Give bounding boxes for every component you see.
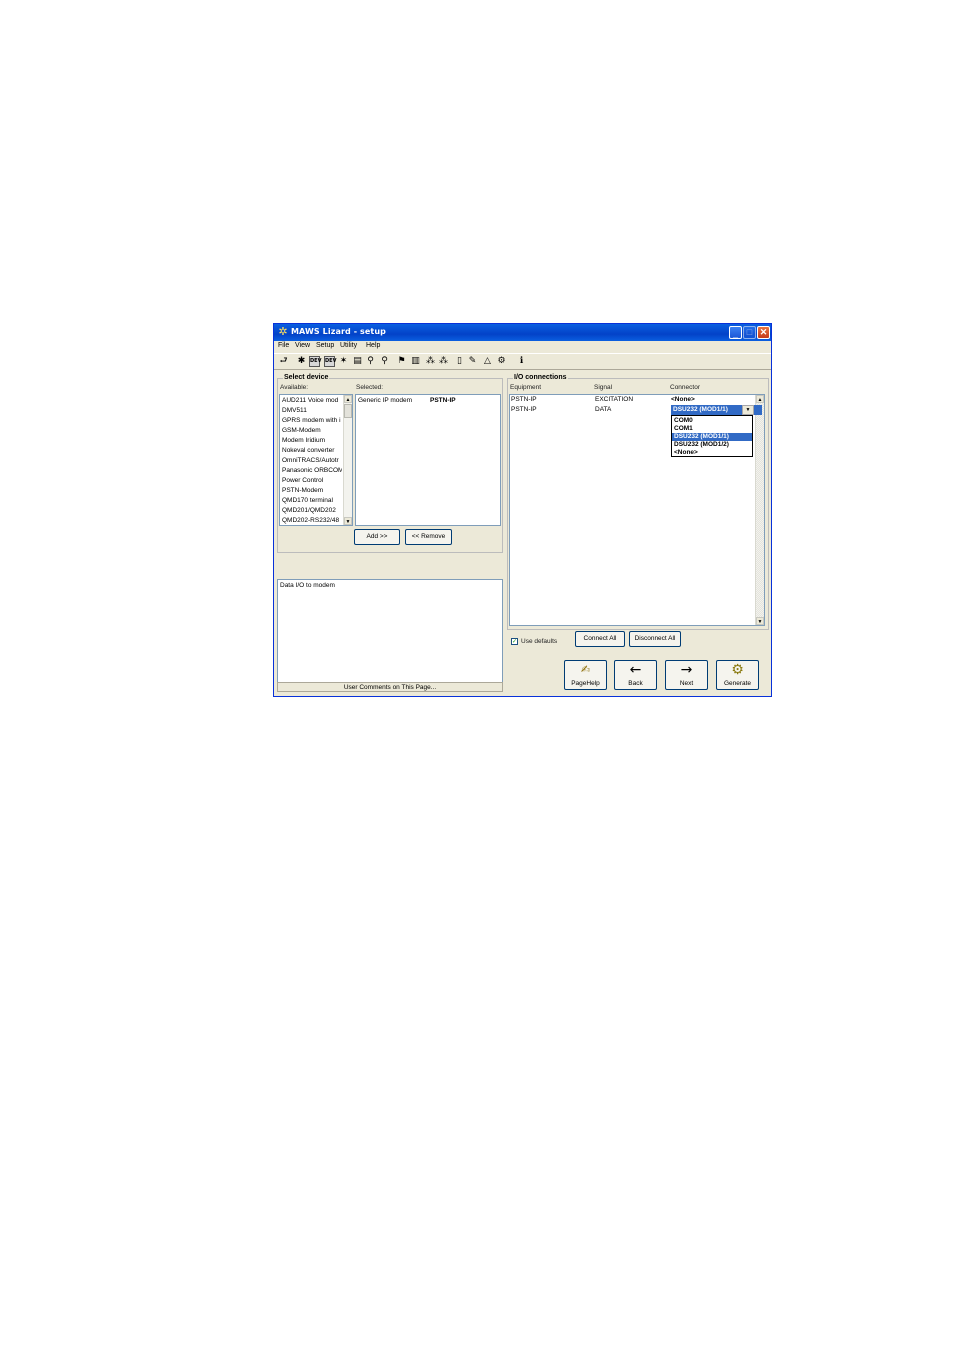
row-equipment[interactable]: PSTN-IP xyxy=(511,406,537,413)
disconnect-all-button[interactable]: Disconnect All xyxy=(629,631,681,647)
star-icon[interactable]: ✶ xyxy=(338,356,349,367)
comments-status: User Comments on This Page... xyxy=(277,682,503,692)
next-button[interactable]: → Next xyxy=(665,660,708,690)
available-scrollbar[interactable]: ▲ ▼ xyxy=(343,395,352,525)
pagehelp-label: PageHelp xyxy=(571,680,600,687)
flag-icon[interactable]: ⚑ xyxy=(396,356,407,367)
gear-icon[interactable]: ⚙ xyxy=(496,356,507,367)
list-item[interactable]: QMD170 terminal xyxy=(282,497,342,504)
row-signal[interactable]: EXCITATION xyxy=(595,396,633,403)
person-icon[interactable]: ⚲ xyxy=(365,356,376,367)
page-icon[interactable]: ▯ xyxy=(454,356,465,367)
add-button[interactable]: Add >> xyxy=(354,529,400,545)
dropdown-option[interactable]: DSU232 (MOD1/1) xyxy=(672,433,752,441)
gears-icon: ⚙ xyxy=(731,662,744,678)
list-item[interactable]: PSTN-Modem xyxy=(282,487,342,494)
selected-list[interactable]: Generic IP modem PSTN-IP xyxy=(355,394,501,526)
list-item[interactable]: AUD211 Voice mod xyxy=(282,397,342,404)
available-list[interactable]: QMD202-RS232/48 QMD201/QMD202 QMD170 termi… xyxy=(279,394,353,526)
back-arrow-icon[interactable]: ⮐ xyxy=(278,356,289,367)
back-label: Back xyxy=(628,680,643,687)
close-button[interactable]: ✕ xyxy=(757,326,770,339)
minimize-button[interactable]: _ xyxy=(729,326,742,339)
list-item[interactable]: QMD202-RS232/48 xyxy=(282,517,342,524)
display-icon[interactable]: ▤ xyxy=(352,356,363,367)
dropdown-option[interactable]: COM1 xyxy=(672,425,752,433)
next-arrow-icon: → xyxy=(680,662,693,678)
menu-setup[interactable]: Setup xyxy=(316,342,334,349)
header-signal: Signal xyxy=(594,384,613,391)
device-icon[interactable]: DEV xyxy=(324,356,336,367)
generate-label: Generate xyxy=(723,680,752,687)
menu-file[interactable]: File xyxy=(278,342,289,349)
use-defaults-checkbox[interactable]: ✓ xyxy=(511,638,518,645)
device-icon[interactable]: DEV xyxy=(309,356,321,367)
io-scrollbar[interactable]: ▲ ▼ xyxy=(755,395,764,625)
list-item[interactable]: GSM-Modem xyxy=(282,427,342,434)
row-signal[interactable]: DATA xyxy=(595,406,611,413)
pencil-icon[interactable]: ✎ xyxy=(467,356,478,367)
list-item[interactable]: Panasonic ORBCOM xyxy=(282,467,342,474)
list-item[interactable]: GPRS modem with i xyxy=(282,417,342,424)
selected-device[interactable]: Generic IP modem xyxy=(358,397,412,404)
menu-help[interactable]: Help xyxy=(366,342,380,349)
list-item[interactable]: Nokeval converter xyxy=(282,447,342,454)
menu-utility[interactable]: Utility xyxy=(340,342,357,349)
row-equipment[interactable]: PSTN-IP xyxy=(511,396,537,403)
app-window: ✲ MAWS Lizard - setup _ □ ✕ File View Se… xyxy=(273,323,772,697)
menu-view[interactable]: View xyxy=(295,342,310,349)
scroll-down-icon[interactable]: ▼ xyxy=(344,517,352,525)
back-arrow-icon: ← xyxy=(629,662,642,678)
scroll-up-icon[interactable]: ▲ xyxy=(756,395,764,403)
network-icon[interactable]: ⁂ xyxy=(438,356,449,367)
close-icon: ✕ xyxy=(759,327,768,337)
dropdown-option[interactable]: COM0 xyxy=(672,417,752,425)
list-item[interactable]: DMV511 xyxy=(282,407,342,414)
io-connections-title: I/O connections xyxy=(513,374,568,381)
maximize-button[interactable]: □ xyxy=(743,326,756,339)
chip-icon[interactable]: ✱ xyxy=(296,356,307,367)
menu-bar: File View Setup Utility Help xyxy=(274,341,771,352)
connect-all-button[interactable]: Connect All xyxy=(575,631,625,647)
row-connector[interactable]: <None> xyxy=(671,396,695,403)
title-bar[interactable]: ✲ MAWS Lizard - setup _ □ ✕ xyxy=(274,324,771,341)
pagehelp-button[interactable]: ✍ PageHelp xyxy=(564,660,607,690)
scroll-down-icon[interactable]: ▼ xyxy=(756,617,764,625)
list-item[interactable]: Power Control xyxy=(282,477,342,484)
list-item[interactable]: OmniTRACS/Autotr xyxy=(282,457,342,464)
dropdown-option[interactable]: <None> xyxy=(672,449,752,457)
dropdown-option[interactable]: DSU232 (MOD1/2) xyxy=(672,441,752,449)
remove-button[interactable]: << Remove xyxy=(405,529,452,545)
window-title: MAWS Lizard - setup xyxy=(291,327,386,336)
minimize-icon: _ xyxy=(732,329,738,339)
selected-label: Selected: xyxy=(356,384,384,391)
app-logo-icon: ✲ xyxy=(278,326,288,338)
connector-dropdown[interactable]: COM0 COM1 DSU232 (MOD1/1) DSU232 (MOD1/2) <N… xyxy=(671,415,753,457)
available-label: Available: xyxy=(280,384,309,391)
scroll-up-icon[interactable]: ▲ xyxy=(344,395,352,403)
network-icon[interactable]: ⁂ xyxy=(425,356,436,367)
chevron-down-icon[interactable]: ▼ xyxy=(742,405,754,415)
generate-button[interactable]: ⚙ Generate xyxy=(716,660,759,690)
person-icon[interactable]: ⚲ xyxy=(379,356,390,367)
bell-icon[interactable]: △ xyxy=(482,356,493,367)
list-item[interactable]: QMD201/QMD202 xyxy=(282,507,342,514)
header-equipment: Equipment xyxy=(510,384,542,391)
scroll-thumb[interactable] xyxy=(344,404,352,418)
selected-device-name[interactable]: PSTN-IP xyxy=(430,397,456,404)
use-defaults-label[interactable]: Use defaults xyxy=(521,638,557,645)
select-device-title: Select device xyxy=(283,374,330,381)
next-label: Next xyxy=(679,680,694,687)
bars-icon[interactable]: ▥ xyxy=(410,356,421,367)
list-item[interactable]: Modem Iridium xyxy=(282,437,342,444)
back-button[interactable]: ← Back xyxy=(614,660,657,690)
comments-text: Data I/O to modem xyxy=(280,582,335,589)
info-icon[interactable]: ℹ xyxy=(516,356,527,367)
pagehelp-icon: ✍ xyxy=(580,663,591,676)
toolbar: ⮐ ✱ DEV DEV ✶ ▤ ⚲ ⚲ ⚑ ▥ ⁂ ⁂ ▯ ✎ △ ⚙ ℹ xyxy=(274,353,771,370)
maximize-icon: □ xyxy=(746,327,753,337)
comments-box[interactable]: Data I/O to modem xyxy=(277,579,503,683)
header-connector: Connector xyxy=(670,384,700,391)
